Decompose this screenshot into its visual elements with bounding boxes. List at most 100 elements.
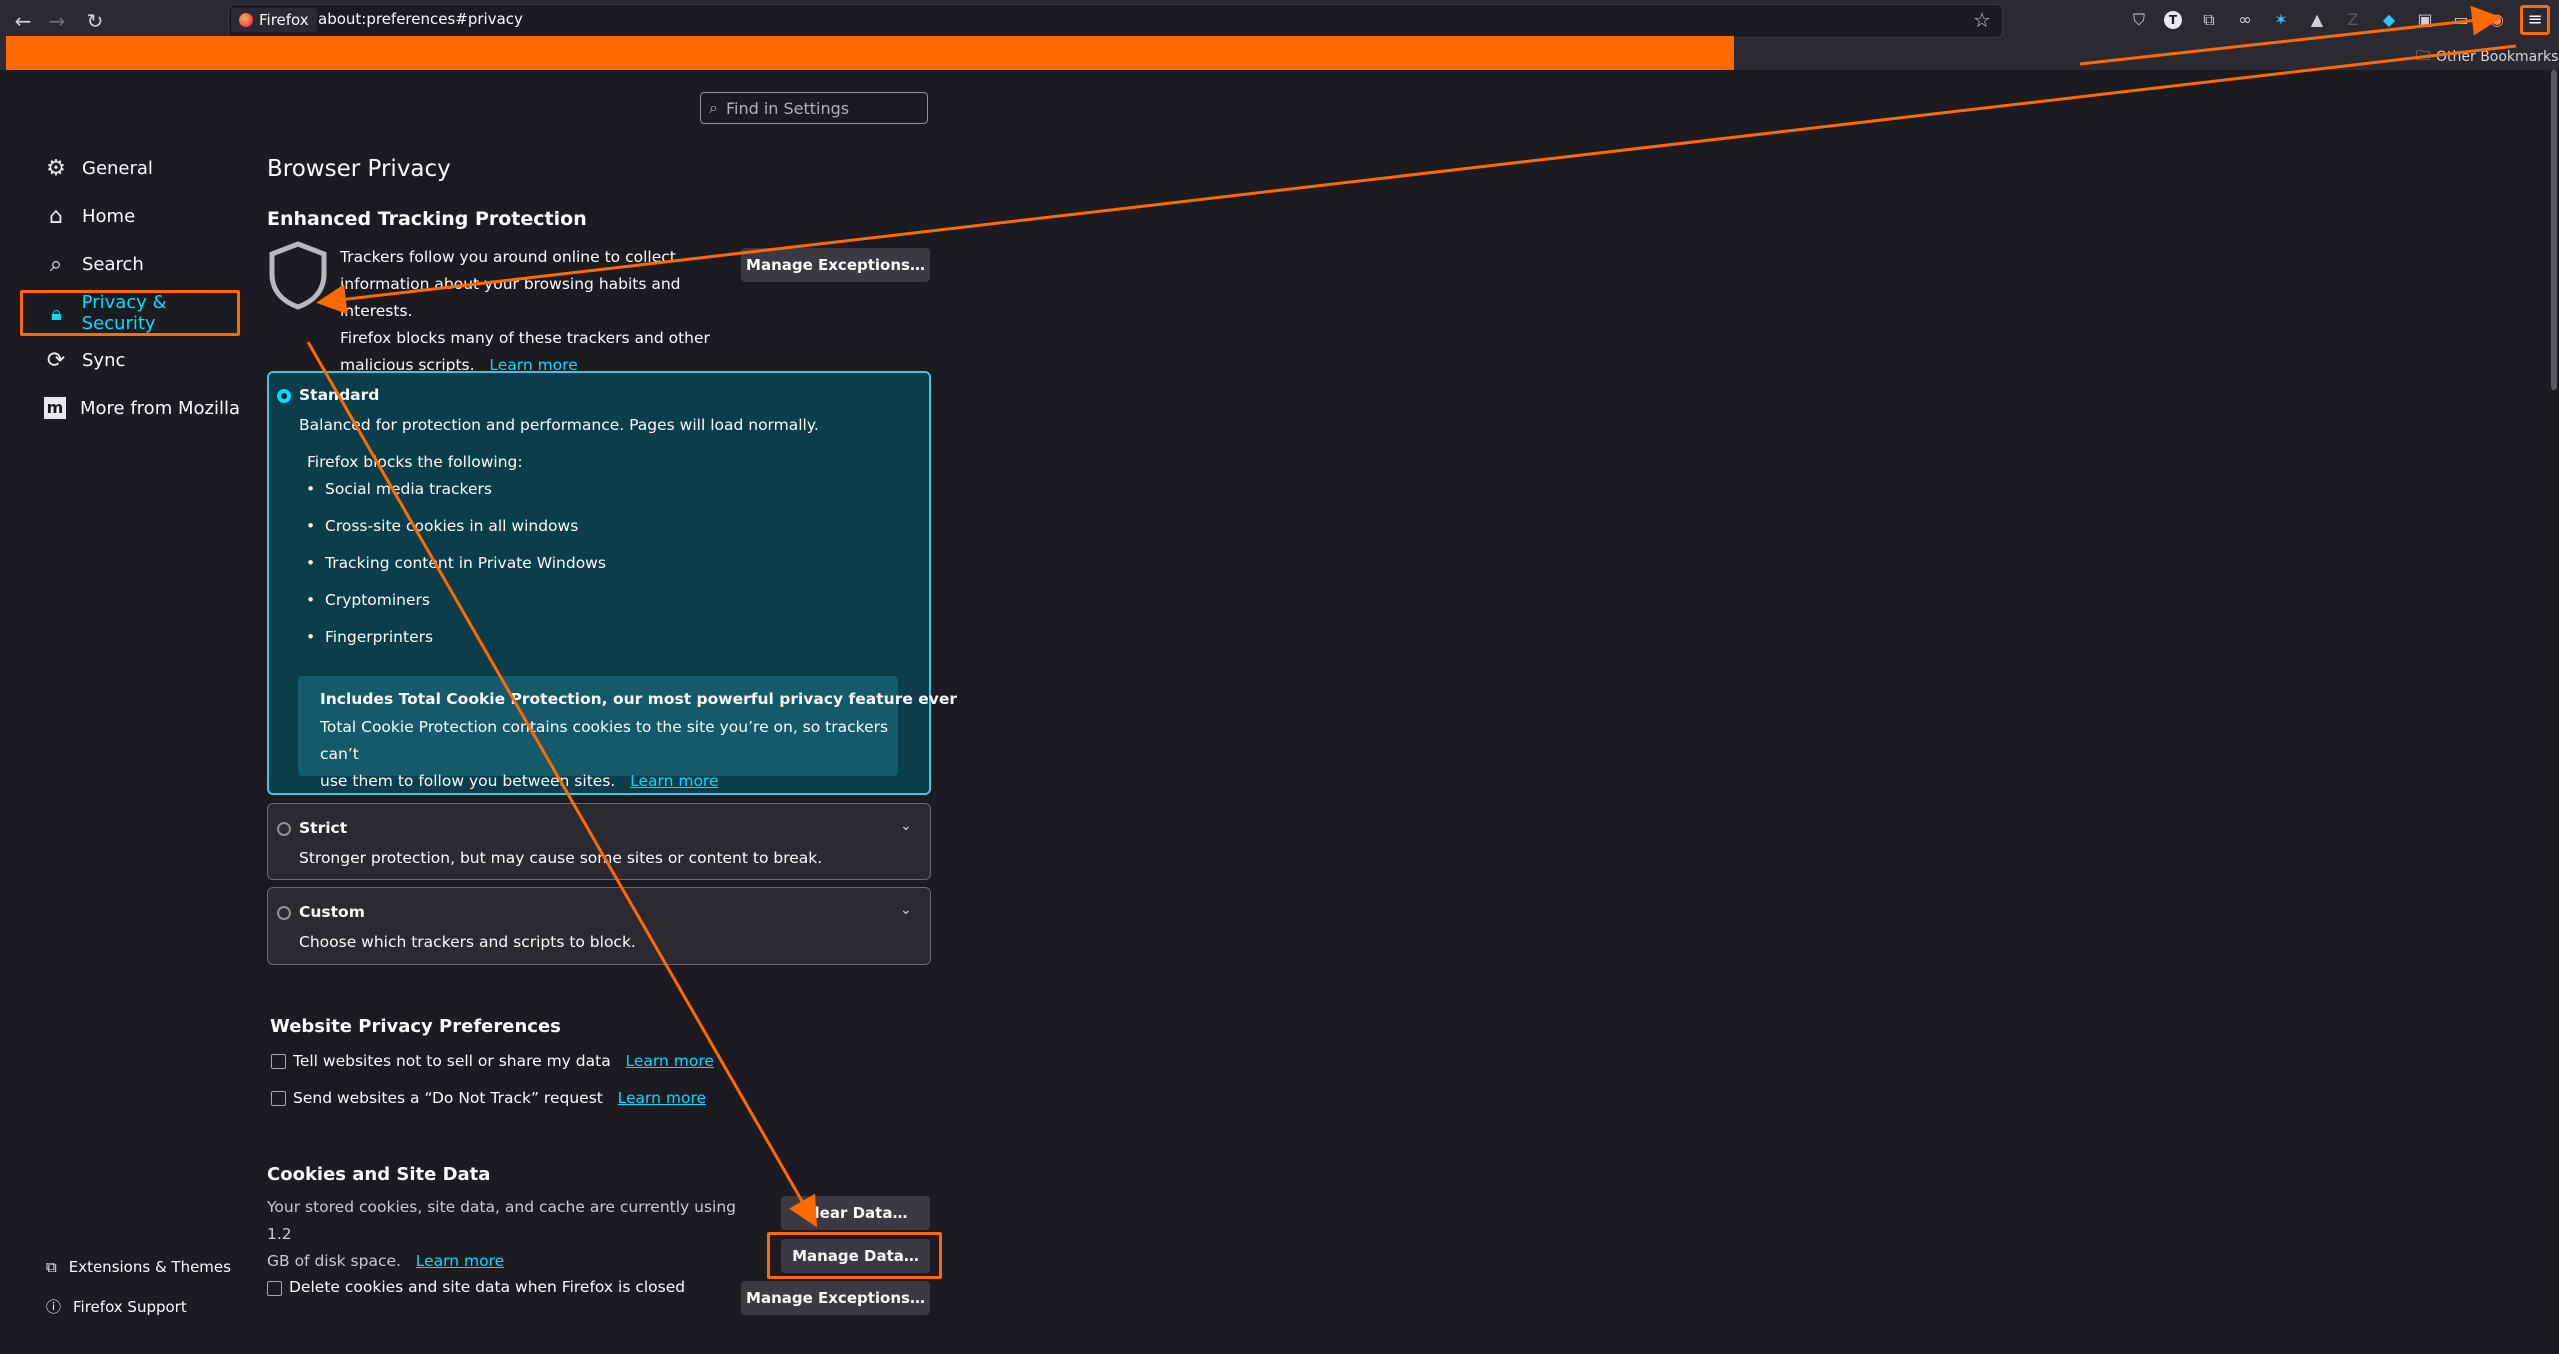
- firefox-logo-icon: [239, 13, 253, 27]
- strict-label: Strict: [299, 819, 348, 837]
- circle-extension-icon[interactable]: ◉: [2486, 9, 2508, 31]
- hamburger-menu-icon[interactable]: ≡: [2520, 5, 2550, 35]
- shield-extension-icon[interactable]: ◆: [2378, 9, 2400, 31]
- list-item-text: Social media trackers: [325, 480, 492, 498]
- list-item-text: Fingerprinters: [325, 628, 434, 646]
- scrollbar[interactable]: [2551, 70, 2557, 390]
- etp-desc-line: information about your browsing habits a…: [340, 275, 681, 320]
- find-placeholder: Find in Settings: [725, 98, 850, 118]
- cookies-desc-line2: GB of disk space. Learn more: [267, 1248, 737, 1275]
- list-item: • Cryptominers: [306, 591, 430, 609]
- mozilla-m-icon: m: [44, 397, 66, 419]
- sidebar-item-label: Search: [82, 253, 144, 275]
- tcp-description: Total Cookie Protection contains cookies…: [320, 714, 890, 795]
- custom-radio[interactable]: [277, 906, 291, 920]
- other-bookmarks-label: Other Bookmarks: [2436, 49, 2559, 65]
- learn-more-link[interactable]: Learn more: [618, 1089, 706, 1107]
- cookies-desc-line: GB of disk space.: [267, 1252, 401, 1270]
- monitor-extension-icon[interactable]: ▭: [2450, 9, 2472, 31]
- sidebar-item-label: Home: [82, 205, 136, 227]
- etp-desc-line: Firefox blocks many of these trackers an…: [340, 329, 710, 347]
- clear-data-button[interactable]: Clear Data…: [781, 1196, 930, 1230]
- forward-arrow-icon[interactable]: →: [44, 8, 70, 34]
- do-not-sell-row: Tell websites not to sell or share my da…: [293, 1048, 714, 1075]
- other-bookmarks[interactable]: 🗀 Other Bookmarks: [2416, 45, 2558, 69]
- sidebar-item-label: General: [82, 157, 153, 179]
- glasses-extension-icon[interactable]: ∞: [2234, 9, 2256, 31]
- extensions-themes-link[interactable]: ⧉ Extensions & Themes: [46, 1258, 231, 1276]
- list-item: • Fingerprinters: [306, 628, 434, 646]
- sidebar-item-more-from-mozilla[interactable]: m More from Mozilla: [44, 389, 240, 427]
- lock-icon: 🔒︎: [51, 301, 62, 325]
- footer-link-label: Extensions & Themes: [68, 1258, 231, 1276]
- extensions-icon[interactable]: ⧉: [2198, 9, 2220, 31]
- tcp-line: Total Cookie Protection contains cookies…: [320, 718, 889, 763]
- blocked-list: • Social media trackers • Cross-site coo…: [306, 480, 606, 665]
- cookies-manage-exceptions-button[interactable]: Manage Exceptions…: [741, 1281, 930, 1315]
- sidebar-item-general[interactable]: ⚙ General: [44, 149, 153, 187]
- list-item: • Cross-site cookies in all windows: [306, 517, 579, 535]
- page-title: Browser Privacy: [267, 156, 451, 182]
- sidebar-item-privacy[interactable]: 🔒︎ Privacy & Security: [20, 290, 240, 336]
- triangle-extension-icon[interactable]: ▲: [2306, 9, 2328, 31]
- z-extension-icon[interactable]: Z: [2342, 9, 2364, 31]
- do-not-track-checkbox[interactable]: [271, 1091, 286, 1106]
- learn-more-link[interactable]: Learn more: [630, 772, 718, 790]
- footer-link-label: Firefox Support: [73, 1297, 187, 1316]
- etp-desc-line: Trackers follow you around online to col…: [340, 248, 676, 266]
- strict-radio[interactable]: [277, 822, 291, 836]
- reload-icon[interactable]: ↻: [82, 8, 108, 34]
- custom-description: Choose which trackers and scripts to blo…: [299, 933, 636, 951]
- star-extension-icon[interactable]: ✶: [2270, 9, 2292, 31]
- url-text[interactable]: about:preferences#privacy: [318, 10, 523, 28]
- blocks-heading: Firefox blocks the following:: [307, 453, 523, 471]
- list-item: • Tracking content in Private Windows: [306, 554, 606, 572]
- sidebar-item-sync[interactable]: ⟳ Sync: [44, 341, 126, 379]
- back-arrow-icon[interactable]: ←: [10, 8, 36, 34]
- sidebar-item-label: Privacy & Security: [81, 292, 167, 334]
- standard-radio[interactable]: [277, 389, 291, 403]
- chevron-down-icon[interactable]: ⌄: [900, 902, 912, 918]
- bookmark-star-icon[interactable]: ☆: [1973, 8, 1991, 32]
- sidebar-item-home[interactable]: ⌂ Home: [44, 197, 135, 235]
- translate-extension-icon[interactable]: T: [2164, 11, 2182, 29]
- identity-badge[interactable]: Firefox: [231, 8, 317, 32]
- learn-more-link[interactable]: Learn more: [625, 1052, 713, 1070]
- search-icon: ⌕: [49, 251, 63, 277]
- manage-data-highlight: [767, 1232, 942, 1279]
- chevron-down-icon[interactable]: ⌄: [900, 818, 912, 834]
- screenshot-extension-icon[interactable]: ▣: [2414, 9, 2436, 31]
- help-icon: ⓘ: [46, 1298, 62, 1316]
- sync-icon: ⟳: [46, 347, 66, 373]
- cookies-heading: Cookies and Site Data: [267, 1164, 491, 1185]
- custom-label: Custom: [299, 903, 365, 921]
- do-not-sell-checkbox[interactable]: [271, 1054, 286, 1069]
- puzzle-icon: ⧉: [46, 1258, 57, 1276]
- etp-description: Trackers follow you around online to col…: [340, 244, 740, 379]
- redaction-bar: [6, 36, 1734, 70]
- checkbox-label: Tell websites not to sell or share my da…: [293, 1052, 611, 1070]
- tcp-line2: use them to follow you between sites. Le…: [320, 768, 890, 795]
- strict-description: Stronger protection, but may cause some …: [299, 849, 823, 867]
- gear-icon: ⚙: [46, 155, 66, 181]
- home-icon: ⌂: [49, 203, 63, 229]
- pocket-icon[interactable]: ⛉: [2128, 9, 2150, 31]
- do-not-track-row: Send websites a “Do Not Track” request L…: [293, 1085, 706, 1112]
- firefox-support-link[interactable]: ⓘ Firefox Support: [46, 1296, 187, 1317]
- tcp-title: Includes Total Cookie Protection, our mo…: [320, 690, 958, 708]
- manage-exceptions-button[interactable]: Manage Exceptions…: [741, 248, 930, 282]
- sidebar-item-search[interactable]: ⌕ Search: [44, 245, 144, 283]
- checkbox-label: Send websites a “Do Not Track” request: [293, 1089, 603, 1107]
- sidebar-item-label: More from Mozilla: [80, 397, 240, 419]
- find-in-settings[interactable]: ⌕ Find in Settings: [700, 92, 928, 124]
- cookies-description: Your stored cookies, site data, and cach…: [267, 1194, 737, 1275]
- learn-more-link[interactable]: Learn more: [416, 1252, 504, 1270]
- delete-on-close-checkbox[interactable]: [267, 1281, 282, 1296]
- standard-description: Balanced for protection and performance.…: [299, 416, 819, 434]
- folder-icon: 🗀: [2416, 48, 2430, 64]
- cookies-desc-line: Your stored cookies, site data, and cach…: [267, 1198, 737, 1243]
- identity-badge-label: Firefox: [259, 11, 309, 29]
- standard-label: Standard: [299, 386, 380, 404]
- list-item-text: Cryptominers: [325, 591, 430, 609]
- shield-icon: [269, 241, 327, 310]
